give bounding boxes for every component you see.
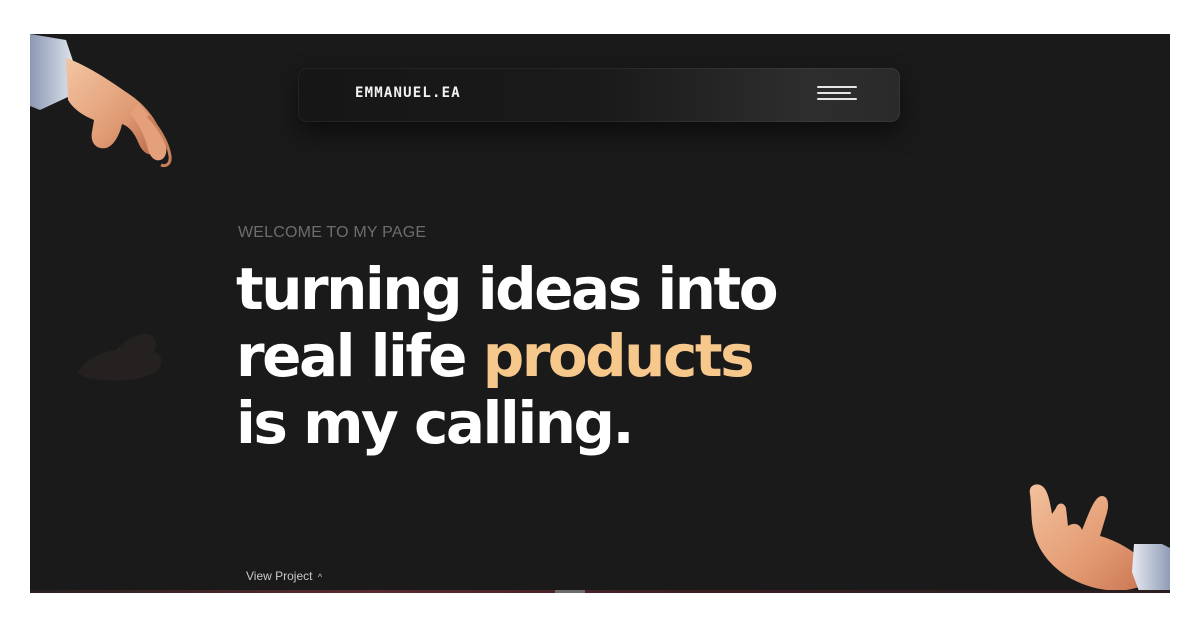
headline-line-1: turning ideas into <box>236 255 779 323</box>
open-hand-illustration <box>1029 484 1170 592</box>
hamburger-menu-icon-line <box>817 98 857 100</box>
top-navigation-bar: EMMANUEL.EA <box>298 68 900 122</box>
hero-section: EMMANUEL.EA WELCOME TO MY PAGE turning i… <box>30 34 1170 592</box>
hamburger-menu-icon-line <box>817 92 851 94</box>
view-project-link[interactable]: View Project ^ <box>246 569 322 583</box>
faded-hand-illustration <box>78 333 162 381</box>
hero-headline: turning ideas into real life products is… <box>236 256 956 457</box>
headline-accent-word: products <box>482 322 755 390</box>
brand-logo-text[interactable]: EMMANUEL.EA <box>355 85 461 101</box>
hamburger-menu-icon <box>817 86 857 88</box>
menu-button[interactable] <box>812 82 860 108</box>
scroll-indicator[interactable] <box>555 590 585 593</box>
pointing-hand-illustration <box>30 34 172 168</box>
headline-line-3: is my calling. <box>236 389 635 457</box>
bottom-border-strip <box>30 590 1170 593</box>
caret-up-icon: ^ <box>317 572 323 582</box>
headline-line-2: real life <box>236 322 483 390</box>
view-project-label: View Project <box>246 569 313 583</box>
welcome-eyebrow: WELCOME TO MY PAGE <box>238 224 427 241</box>
